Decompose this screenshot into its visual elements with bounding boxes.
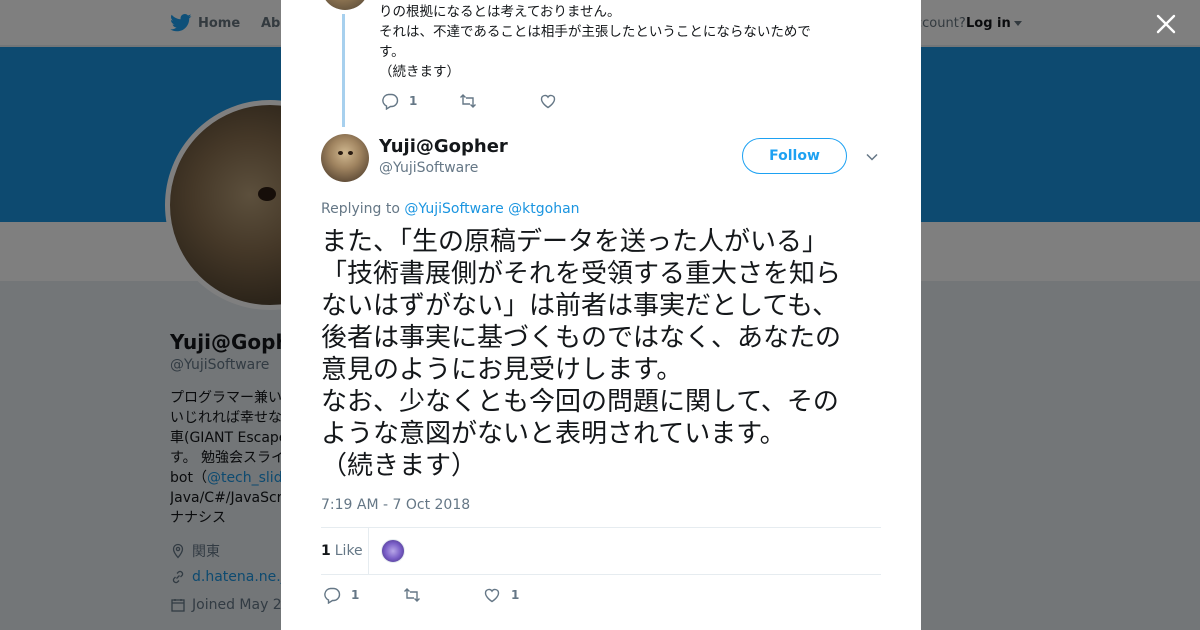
heart-icon xyxy=(484,588,500,603)
divider xyxy=(321,527,881,528)
like-button[interactable]: 1 xyxy=(483,586,519,604)
reply-icon xyxy=(382,93,399,110)
divider xyxy=(321,574,881,575)
tweet-line: （続きます） xyxy=(321,451,478,481)
author-handle[interactable]: @YujiSoftware xyxy=(379,160,478,176)
replying-to-link[interactable]: @ktgohan xyxy=(508,201,579,217)
tweet-actions: 1 1 xyxy=(323,586,519,604)
prev-reply-count: 1 xyxy=(409,94,418,108)
replying-to: Replying to @YujiSoftware @ktgohan xyxy=(321,201,580,217)
prev-tweet-text: りの根拠になるとは考えておりません。 それは、不達であることは相手が主張したとい… xyxy=(379,2,839,82)
heart-icon xyxy=(540,94,556,109)
reply-count: 1 xyxy=(351,588,360,602)
author-avatar[interactable] xyxy=(321,134,369,182)
chevron-down-icon[interactable] xyxy=(865,150,879,164)
tweet-line: 後者は事実に基づくものではなく、あなたの xyxy=(321,323,842,353)
prev-tweet-line: りの根拠になるとは考えておりません。 xyxy=(379,4,621,20)
tweet-timestamp[interactable]: 7:19 AM - 7 Oct 2018 xyxy=(321,497,470,513)
prev-tweet-avatar[interactable] xyxy=(321,0,369,10)
likes-label: Like xyxy=(334,543,363,559)
liker-avatar[interactable] xyxy=(381,539,405,563)
prev-retweet-button[interactable] xyxy=(459,92,539,110)
author-name[interactable]: Yuji@Gopher xyxy=(379,136,508,157)
tweet-modal: りの根拠になるとは考えておりません。 それは、不達であることは相手が主張したとい… xyxy=(281,0,921,630)
retweet-icon xyxy=(460,94,476,108)
prev-reply-button[interactable]: 1 xyxy=(381,92,459,110)
reply-button[interactable]: 1 xyxy=(323,586,403,604)
tweet-line: また、「生の原稿データを送った人がいる」 xyxy=(321,227,829,257)
close-icon[interactable] xyxy=(1154,12,1178,36)
prev-tweet-line: それは、不達であることは相手が主張したということにならないためで xyxy=(379,24,811,40)
follow-button[interactable]: Follow xyxy=(742,138,847,174)
tweet-line: なお、少なくとも今回の問題に関して、その xyxy=(321,387,839,417)
replying-prefix: Replying to xyxy=(321,201,400,217)
tweet-line: ような意図がないと表明されています。 xyxy=(321,419,786,449)
replying-to-link[interactable]: @YujiSoftware xyxy=(404,201,503,217)
like-count: 1 xyxy=(511,588,520,602)
tweet-text: また、「生の原稿データを送った人がいる」 「技術書展側がそれを受領する重大さを知… xyxy=(321,226,891,482)
tweet-line: ないはずがない」は前者は事実だとしても、 xyxy=(321,291,839,321)
retweet-button[interactable] xyxy=(403,586,483,604)
likes-stat[interactable]: 1 Like xyxy=(321,528,369,574)
prev-tweet-actions: 1 xyxy=(381,92,567,110)
prev-tweet-line: （続きます） xyxy=(379,64,460,80)
prev-tweet-line: す。 xyxy=(379,44,405,60)
retweet-icon xyxy=(404,588,420,602)
reply-icon xyxy=(324,587,341,604)
likes-count: 1 xyxy=(321,543,331,559)
tweet-line: 「技術書展側がそれを受領する重大さを知ら xyxy=(321,259,842,289)
prev-like-button[interactable] xyxy=(539,92,567,110)
thread-connector xyxy=(342,14,345,127)
tweet-line: 意見のようにお見受けします。 xyxy=(321,355,683,385)
